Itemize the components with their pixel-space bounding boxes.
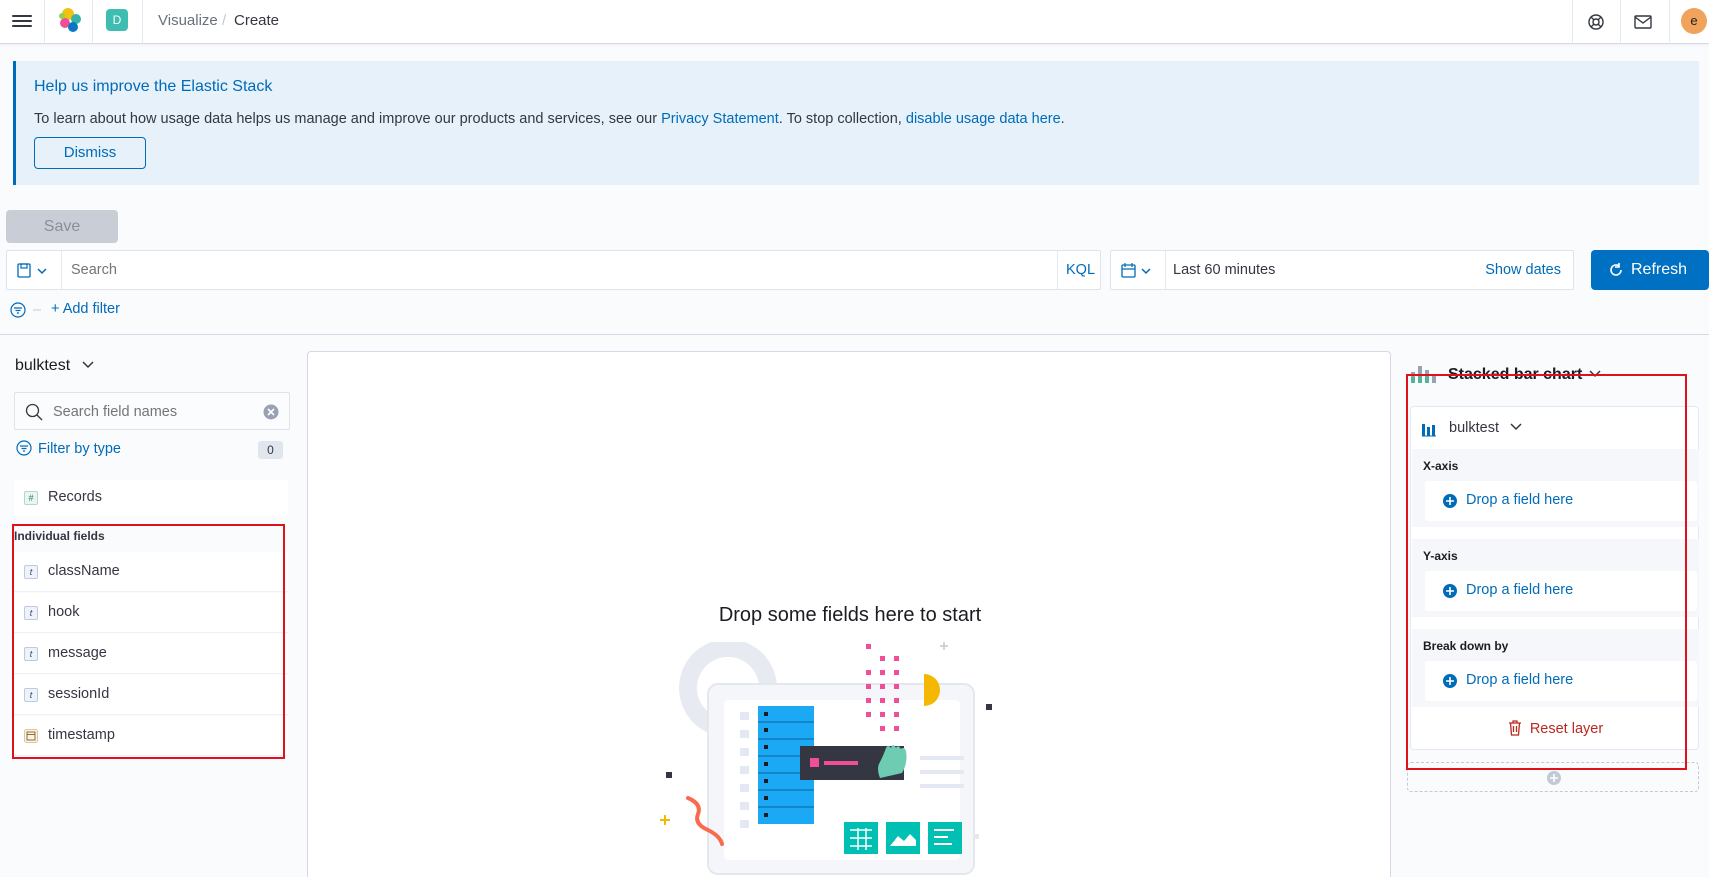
refresh-button[interactable]: Refresh (1591, 250, 1709, 290)
workspace-empty-title: Drop some fields here to start (718, 604, 982, 626)
search-input[interactable] (71, 260, 951, 280)
empty-state-illustration (660, 642, 992, 875)
callout-text: To learn about how usage data helps us m… (34, 111, 1065, 127)
add-filter-button[interactable]: + Add filter (51, 301, 120, 317)
callout-title: Help us improve the Elastic Stack (34, 78, 273, 95)
refresh-label: Refresh (1631, 261, 1688, 278)
search-field-input[interactable] (53, 402, 243, 422)
calendar-icon[interactable] (1121, 263, 1155, 279)
filter-count-badge: 0 (258, 441, 283, 459)
menu-icon[interactable] (12, 12, 32, 30)
plus-in-circle-icon (1547, 771, 1561, 785)
filter-options-icon[interactable] (10, 302, 44, 318)
workspace-panel[interactable]: Drop some fields here to start (307, 351, 1391, 877)
top-header: D Visualize / Create e (0, 0, 1709, 44)
number-type-icon: # (24, 491, 38, 505)
breadcrumb-visualize[interactable]: Visualize (158, 12, 218, 29)
field-records[interactable]: # Records (14, 480, 288, 516)
field-search (14, 392, 290, 430)
clear-icon[interactable] (263, 404, 279, 420)
index-pattern-name: bulktest (15, 357, 71, 374)
query-bar: KQL (6, 250, 1101, 290)
divider (0, 334, 1709, 335)
help-icon[interactable] (1585, 11, 1607, 33)
privacy-statement-link[interactable]: Privacy Statement (661, 111, 779, 127)
saved-query-icon[interactable] (17, 263, 51, 279)
disable-usage-link[interactable]: disable usage data here (906, 111, 1061, 127)
breadcrumb-separator: / (222, 12, 227, 29)
filter-icon (16, 440, 32, 456)
mail-icon[interactable] (1632, 11, 1654, 33)
highlight-box-fields (12, 524, 285, 759)
user-avatar[interactable]: e (1681, 8, 1707, 34)
space-avatar[interactable]: D (106, 9, 128, 31)
save-button[interactable]: Save (6, 210, 118, 243)
filter-by-type-button[interactable]: Filter by type (16, 440, 121, 457)
breadcrumb-create: Create (234, 12, 280, 29)
show-dates-button[interactable]: Show dates (1485, 262, 1561, 278)
highlight-box-config (1406, 374, 1687, 770)
telemetry-callout: Help us improve the Elastic Stack To lea… (13, 61, 1699, 185)
search-icon (25, 403, 43, 421)
elastic-logo[interactable] (56, 6, 84, 34)
field-name: Records (48, 489, 102, 505)
index-pattern-selector[interactable]: bulktest (15, 357, 95, 375)
refresh-icon (1610, 263, 1622, 276)
time-range-label[interactable]: Last 60 minutes (1173, 262, 1275, 278)
chevron-down-icon (82, 361, 94, 369)
filter-by-type-label: Filter by type (38, 441, 121, 457)
kql-toggle[interactable]: KQL (1066, 262, 1095, 278)
date-picker: Last 60 minutes Show dates (1110, 250, 1574, 290)
dismiss-button[interactable]: Dismiss (34, 137, 146, 169)
